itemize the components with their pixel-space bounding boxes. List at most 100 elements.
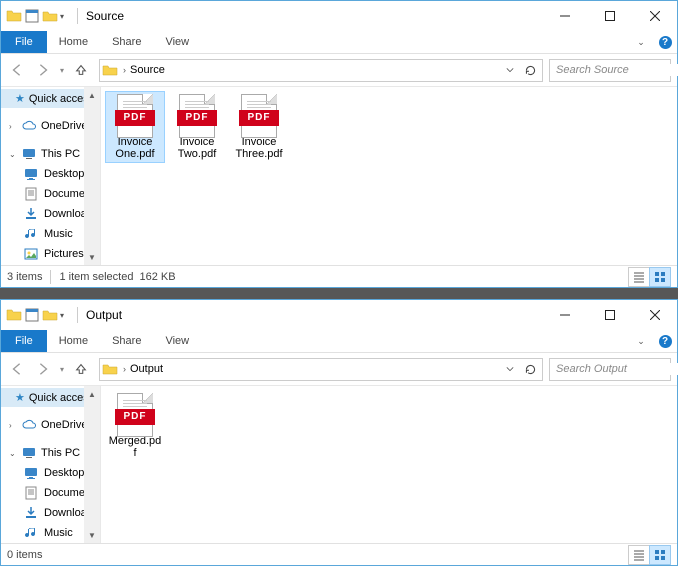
files-pane[interactable]: PDFInvoice One.pdfPDFInvoice Two.pdfPDFI… (101, 87, 677, 265)
item-icon (23, 246, 39, 262)
minimize-button[interactable] (542, 2, 587, 31)
close-button[interactable] (632, 301, 677, 330)
up-button[interactable] (69, 58, 93, 82)
nav-label: Desktop (44, 168, 84, 180)
chevron-right-icon[interactable]: › (120, 65, 129, 75)
maximize-button[interactable] (587, 2, 632, 31)
search-box[interactable] (549, 358, 671, 381)
qat-dropdown-icon[interactable]: ▾ (60, 12, 68, 21)
details-view-button[interactable] (628, 267, 650, 287)
nav-row: ▾ › Source (1, 54, 677, 86)
status-count: 0 items (7, 549, 42, 561)
close-button[interactable] (632, 2, 677, 31)
chevron-down-icon[interactable]: ⌄ (9, 150, 17, 159)
folder-icon (102, 62, 118, 78)
forward-button[interactable] (31, 58, 55, 82)
nav-label: Pictures (44, 248, 84, 260)
address-dropdown-icon[interactable] (500, 359, 520, 380)
nav-label: Music (44, 228, 73, 240)
address-dropdown-icon[interactable] (500, 60, 520, 81)
file-item[interactable]: PDFInvoice Three.pdf (229, 91, 289, 163)
qat-dropdown-icon[interactable]: ▾ (60, 311, 68, 320)
file-label: Invoice Three.pdf (232, 136, 286, 160)
scroll-track[interactable] (84, 402, 100, 527)
tab-view[interactable]: View (153, 31, 201, 53)
ribbon-collapse-icon[interactable]: ⌄ (629, 31, 653, 53)
tab-share[interactable]: Share (100, 31, 153, 53)
address-bar[interactable]: › Source (99, 59, 543, 82)
refresh-button[interactable] (520, 359, 540, 380)
up-button[interactable] (69, 357, 93, 381)
tab-view[interactable]: View (153, 330, 201, 352)
scroll-track[interactable] (84, 103, 100, 249)
scroll-up-button[interactable]: ▲ (84, 87, 100, 103)
ribbon-collapse-icon[interactable]: ⌄ (629, 330, 653, 352)
help-button[interactable]: ? (653, 31, 677, 53)
cloud-icon (21, 417, 37, 433)
title-bar[interactable]: ▾ Source (1, 1, 677, 31)
address-bar[interactable]: › Output (99, 358, 543, 381)
scrollbar[interactable]: ▲ ▼ (84, 386, 100, 543)
file-item[interactable]: PDFInvoice One.pdf (105, 91, 165, 163)
icons-view-button[interactable] (649, 545, 671, 565)
body: ★Quick access›OneDrive⌄This PCDesktopDoc… (1, 86, 677, 265)
scroll-up-button[interactable]: ▲ (84, 386, 100, 402)
forward-button[interactable] (31, 357, 55, 381)
files-pane[interactable]: PDFMerged.pdf (101, 386, 677, 543)
help-icon: ? (659, 335, 672, 348)
back-button[interactable] (5, 58, 29, 82)
pdf-file-icon: PDF (115, 94, 155, 134)
file-tab[interactable]: File (1, 330, 47, 352)
nav-pane[interactable]: ★Quick access›OneDrive⌄This PCDesktopDoc… (1, 386, 101, 543)
folder-icon (6, 307, 22, 323)
tab-home[interactable]: Home (47, 31, 100, 53)
star-icon: ★ (15, 391, 25, 404)
chevron-right-icon[interactable]: › (9, 421, 17, 430)
scroll-down-button[interactable]: ▼ (84, 249, 100, 265)
folder-icon (6, 8, 22, 24)
search-input[interactable] (556, 64, 678, 76)
chevron-right-icon[interactable]: › (9, 122, 17, 131)
file-label: Merged.pdf (108, 435, 162, 459)
help-icon: ? (659, 36, 672, 49)
help-button[interactable]: ? (653, 330, 677, 352)
scrollbar[interactable]: ▲ ▼ (84, 87, 100, 265)
pdf-file-icon: PDF (239, 94, 279, 134)
breadcrumb-seg[interactable]: Source (129, 64, 166, 76)
breadcrumb-seg[interactable]: Output (129, 363, 164, 375)
monitor-icon (21, 445, 37, 461)
file-item[interactable]: PDFMerged.pdf (105, 390, 165, 462)
scroll-down-button[interactable]: ▼ (84, 527, 100, 543)
pdf-file-icon: PDF (177, 94, 217, 134)
tab-home[interactable]: Home (47, 330, 100, 352)
ribbon: File Home Share View ⌄ ? (1, 330, 677, 353)
chevron-down-icon[interactable]: ⌄ (9, 449, 17, 458)
monitor-icon (21, 146, 37, 162)
details-view-button[interactable] (628, 545, 650, 565)
ribbon: File Home Share View ⌄ ? (1, 31, 677, 54)
history-dropdown-icon[interactable]: ▾ (57, 365, 67, 374)
refresh-button[interactable] (520, 60, 540, 81)
maximize-button[interactable] (587, 301, 632, 330)
nav-pane[interactable]: ★Quick access›OneDrive⌄This PCDesktopDoc… (1, 87, 101, 265)
icons-view-button[interactable] (649, 267, 671, 287)
properties-icon[interactable] (24, 307, 40, 323)
tab-share[interactable]: Share (100, 330, 153, 352)
window-title: Output (82, 308, 122, 322)
item-icon (23, 485, 39, 501)
history-dropdown-icon[interactable]: ▾ (57, 66, 67, 75)
search-box[interactable] (549, 59, 671, 82)
body: ★Quick access›OneDrive⌄This PCDesktopDoc… (1, 385, 677, 543)
minimize-button[interactable] (542, 301, 587, 330)
new-folder-icon[interactable] (42, 307, 58, 323)
new-folder-icon[interactable] (42, 8, 58, 24)
file-tab[interactable]: File (1, 31, 47, 53)
explorer-window-source: ▾ Source File Home Share View ⌄ ? ▾ › So… (0, 0, 678, 288)
properties-icon[interactable] (24, 8, 40, 24)
explorer-window-output: ▾ Output File Home Share View ⌄ ? ▾ › Ou… (0, 299, 678, 566)
file-item[interactable]: PDFInvoice Two.pdf (167, 91, 227, 163)
back-button[interactable] (5, 357, 29, 381)
search-input[interactable] (556, 363, 678, 375)
title-bar[interactable]: ▾ Output (1, 300, 677, 330)
chevron-right-icon[interactable]: › (120, 364, 129, 374)
